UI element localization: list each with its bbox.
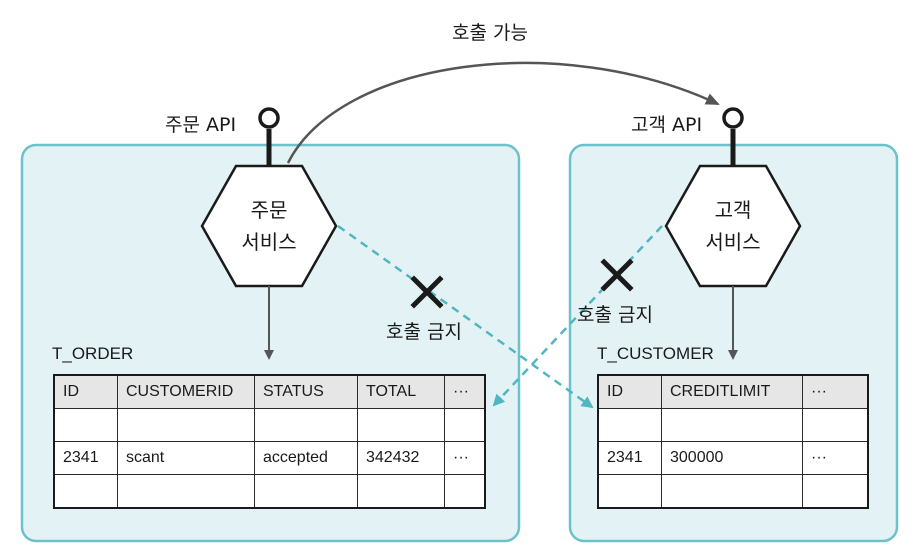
column-header: ··· [444, 374, 486, 409]
forbidden-call-label: 호출 금지 [577, 304, 653, 326]
table-cell [53, 408, 118, 442]
table-cell [661, 474, 803, 509]
column-header: ··· [802, 374, 869, 409]
table-cell: 2341 [53, 441, 118, 475]
column-header: ID [53, 374, 118, 409]
order-service-label: 주문 서비스 [209, 194, 329, 258]
order-api-port-icon [258, 107, 280, 129]
customer-table-name: T_CUSTOMER [597, 344, 714, 363]
table-header-row: ID CREDITLIMIT ··· [597, 374, 869, 409]
table-cell [357, 408, 445, 442]
order-api-label: 주문 API [165, 114, 237, 136]
table-cell [117, 474, 255, 509]
table-cell [357, 474, 445, 509]
table-row [597, 408, 869, 442]
table-cell [802, 474, 869, 509]
table-cell [117, 408, 255, 442]
order-service-label-line2: 서비스 [241, 230, 297, 254]
table-row: 2341 300000 ··· [597, 441, 869, 475]
table-cell [444, 474, 486, 509]
order-table: ID CUSTOMERID STATUS TOTAL ··· 2341 scan… [53, 374, 486, 509]
table-row [597, 474, 869, 509]
column-header: STATUS [254, 374, 358, 409]
table-cell [597, 474, 662, 509]
table-row: 2341 scant accepted 342432 ··· [53, 441, 486, 475]
table-cell: ··· [444, 441, 486, 475]
customer-table: ID CREDITLIMIT ··· 2341 300000 ··· [597, 374, 869, 509]
customer-service-label-line2: 서비스 [705, 230, 761, 254]
table-cell [53, 474, 118, 509]
table-cell: ··· [802, 441, 869, 475]
column-header: CREDITLIMIT [661, 374, 803, 409]
table-cell [597, 408, 662, 442]
order-table-name: T_ORDER [52, 344, 134, 363]
forbidden-call-label: 호출 금지 [386, 321, 462, 343]
customer-service-label-line1: 고객 [714, 198, 752, 222]
table-cell: 2341 [597, 441, 662, 475]
table-cell: 300000 [661, 441, 803, 475]
table-cell: scant [117, 441, 255, 475]
table-cell: 342432 [357, 441, 445, 475]
table-cell: accepted [254, 441, 358, 475]
table-row [53, 408, 486, 442]
table-cell [254, 474, 358, 509]
table-header-row: ID CUSTOMERID STATUS TOTAL ··· [53, 374, 486, 409]
table-row [53, 474, 486, 509]
column-header: CUSTOMERID [117, 374, 255, 409]
customer-api-label: 고객 API [631, 114, 703, 136]
column-header: TOTAL [357, 374, 445, 409]
customer-api-port-icon [722, 107, 744, 129]
column-header: ID [597, 374, 662, 409]
customer-service-label: 고객 서비스 [673, 194, 793, 258]
order-service-label-line1: 주문 [250, 198, 288, 222]
table-cell [661, 408, 803, 442]
table-cell [444, 408, 486, 442]
table-cell [802, 408, 869, 442]
allowed-call-label: 호출 가능 [452, 22, 528, 44]
table-cell [254, 408, 358, 442]
